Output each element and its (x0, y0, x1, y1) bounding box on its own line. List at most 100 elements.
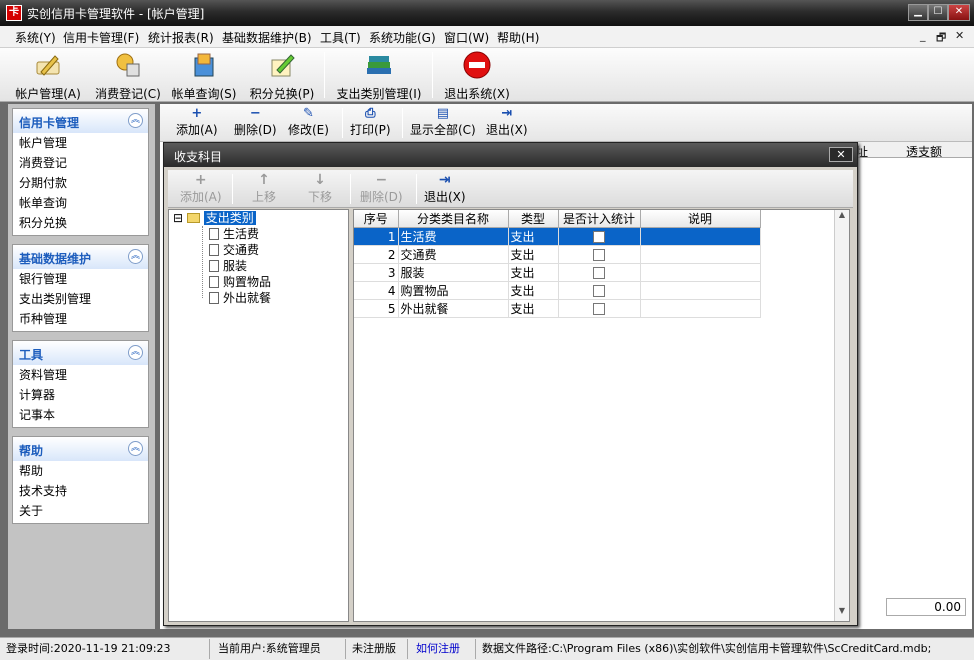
row-number[interactable]: 3 (354, 263, 399, 282)
sidebar-group-header[interactable]: 帮助 ︽ (13, 437, 148, 461)
counted-checkbox[interactable] (593, 231, 605, 243)
category-name[interactable]: 购置物品 (398, 281, 509, 300)
counted-cell[interactable] (558, 281, 641, 300)
column-header[interactable]: 是否计入统计 (558, 210, 641, 228)
close-button[interactable]: ✕ (948, 4, 970, 21)
category-type[interactable]: 支出 (508, 263, 559, 282)
category-name[interactable]: 服装 (398, 263, 509, 282)
menu-basic-data[interactable]: 基础数据维护(B) (222, 29, 312, 46)
sidebar-item-bill-query[interactable]: 帐单查询 (13, 193, 148, 213)
scroll-up-icon[interactable]: ▲ (835, 210, 849, 219)
mdi-restore-button[interactable]: 🗗 (936, 29, 946, 48)
dialog-add-button[interactable]: + 添加(A) (180, 172, 222, 205)
column-header[interactable]: 说明 (640, 210, 761, 228)
bill-query-button[interactable]: 帐单查询(S) (168, 50, 240, 101)
sidebar-group-header[interactable]: 基础数据维护 ︽ (13, 245, 148, 269)
sidebar-item-calculator[interactable]: 计算器 (13, 385, 148, 405)
tree-item[interactable]: 服装 (209, 258, 247, 274)
category-type[interactable]: 支出 (508, 281, 559, 300)
dialog-close-button[interactable]: ✕ (829, 147, 853, 162)
how-register-link[interactable]: 如何注册 (412, 639, 476, 659)
points-exchange-button[interactable]: 积分兑换(P) (246, 50, 318, 101)
tree-item[interactable]: 生活费 (209, 226, 259, 242)
category-name[interactable]: 交通费 (398, 245, 509, 264)
tree-item[interactable]: 外出就餐 (209, 290, 271, 306)
dialog-exit-button[interactable]: ⇥ 退出(X) (424, 172, 466, 205)
category-type[interactable]: 支出 (508, 299, 559, 318)
collapse-icon[interactable]: ⊟ (173, 211, 183, 225)
note-cell[interactable] (640, 245, 761, 264)
mdi-close-button[interactable]: ✕ (955, 29, 964, 42)
counted-checkbox[interactable] (593, 249, 605, 261)
tree-item[interactable]: 购置物品 (209, 274, 271, 290)
column-header[interactable]: 分类类目名称 (398, 210, 509, 228)
show-all-button[interactable]: ▤ 显示全部(C) (410, 106, 476, 138)
column-header[interactable]: 序号 (354, 210, 399, 228)
table-row[interactable]: 4 购置物品 支出 (354, 281, 761, 300)
maximize-button[interactable]: ☐ (928, 4, 948, 21)
category-type[interactable]: 支出 (508, 245, 559, 264)
column-header[interactable]: 类型 (508, 210, 559, 228)
category-name[interactable]: 外出就餐 (398, 299, 509, 318)
dialog-delete-button[interactable]: − 删除(D) (360, 172, 403, 205)
tree-item[interactable]: 交通费 (209, 242, 259, 258)
mdi-minimize-button[interactable]: _ (920, 29, 926, 42)
counted-cell[interactable] (558, 299, 641, 318)
row-number[interactable]: 2 (354, 245, 399, 264)
edit-button[interactable]: ✎ 修改(E) (288, 106, 329, 138)
account-management-button[interactable]: 帐户管理(A) (12, 50, 84, 101)
sidebar-group-header[interactable]: 工具 ︽ (13, 341, 148, 365)
sidebar-item-help[interactable]: 帮助 (13, 461, 148, 481)
row-number[interactable]: 1 (354, 227, 399, 246)
chevron-up-icon[interactable]: ︽ (128, 113, 143, 128)
dialog-title-bar[interactable]: 收支科目 (164, 143, 857, 167)
scroll-down-icon[interactable]: ▼ (835, 606, 849, 615)
sidebar-item-account[interactable]: 帐户管理 (13, 133, 148, 153)
sidebar-item-installment[interactable]: 分期付款 (13, 173, 148, 193)
counted-cell[interactable] (558, 227, 641, 246)
sidebar-item-notepad[interactable]: 记事本 (13, 405, 148, 425)
table-row[interactable]: 2 交通费 支出 (354, 245, 761, 264)
sidebar-item-about[interactable]: 关于 (13, 501, 148, 521)
move-down-button[interactable]: ↓ 下移 (308, 172, 332, 205)
consumption-register-button[interactable]: 消费登记(C) (92, 50, 164, 101)
row-number[interactable]: 4 (354, 281, 399, 300)
menu-reports[interactable]: 统计报表(R) (148, 29, 214, 46)
note-cell[interactable] (640, 263, 761, 282)
counted-checkbox[interactable] (593, 267, 605, 279)
table-row[interactable]: 1 生活费 支出 (354, 227, 761, 246)
counted-checkbox[interactable] (593, 303, 605, 315)
chevron-up-icon[interactable]: ︽ (128, 345, 143, 360)
menu-card-management[interactable]: 信用卡管理(F) (63, 29, 139, 46)
sidebar-item-currency[interactable]: 币种管理 (13, 309, 148, 329)
exit-button[interactable]: ⇥ 退出(X) (486, 106, 528, 138)
counted-cell[interactable] (558, 245, 641, 264)
counted-cell[interactable] (558, 263, 641, 282)
menu-help[interactable]: 帮助(H) (497, 29, 539, 46)
print-button[interactable]: ⎙ 打印(P) (350, 106, 391, 138)
minimize-button[interactable]: ▁ (908, 4, 928, 21)
delete-button[interactable]: − 删除(D) (234, 106, 277, 138)
sidebar-item-points[interactable]: 积分兑换 (13, 213, 148, 233)
category-type[interactable]: 支出 (508, 227, 559, 246)
note-cell[interactable] (640, 299, 761, 318)
sidebar-item-support[interactable]: 技术支持 (13, 481, 148, 501)
move-up-button[interactable]: ↑ 上移 (252, 172, 276, 205)
menu-window[interactable]: 窗口(W) (444, 29, 489, 46)
table-row[interactable]: 3 服装 支出 (354, 263, 761, 282)
tree-root[interactable]: ⊟ 支出类别 (173, 210, 256, 226)
category-name[interactable]: 生活费 (398, 227, 509, 246)
sidebar-item-expense-category[interactable]: 支出类别管理 (13, 289, 148, 309)
menu-functions[interactable]: 系统功能(G) (369, 29, 436, 46)
chevron-up-icon[interactable]: ︽ (128, 441, 143, 456)
note-cell[interactable] (640, 227, 761, 246)
vertical-scrollbar[interactable]: ▲ ▼ (834, 210, 849, 621)
sidebar-group-header[interactable]: 信用卡管理 ︽ (13, 109, 148, 133)
menu-system[interactable]: 系统(Y) (15, 29, 56, 46)
sidebar-item-bank[interactable]: 银行管理 (13, 269, 148, 289)
counted-checkbox[interactable] (593, 285, 605, 297)
expense-category-button[interactable]: 支出类别管理(I) (332, 50, 426, 101)
exit-system-button[interactable]: 退出系统(X) (440, 50, 514, 101)
row-number[interactable]: 5 (354, 299, 399, 318)
chevron-up-icon[interactable]: ︽ (128, 249, 143, 264)
